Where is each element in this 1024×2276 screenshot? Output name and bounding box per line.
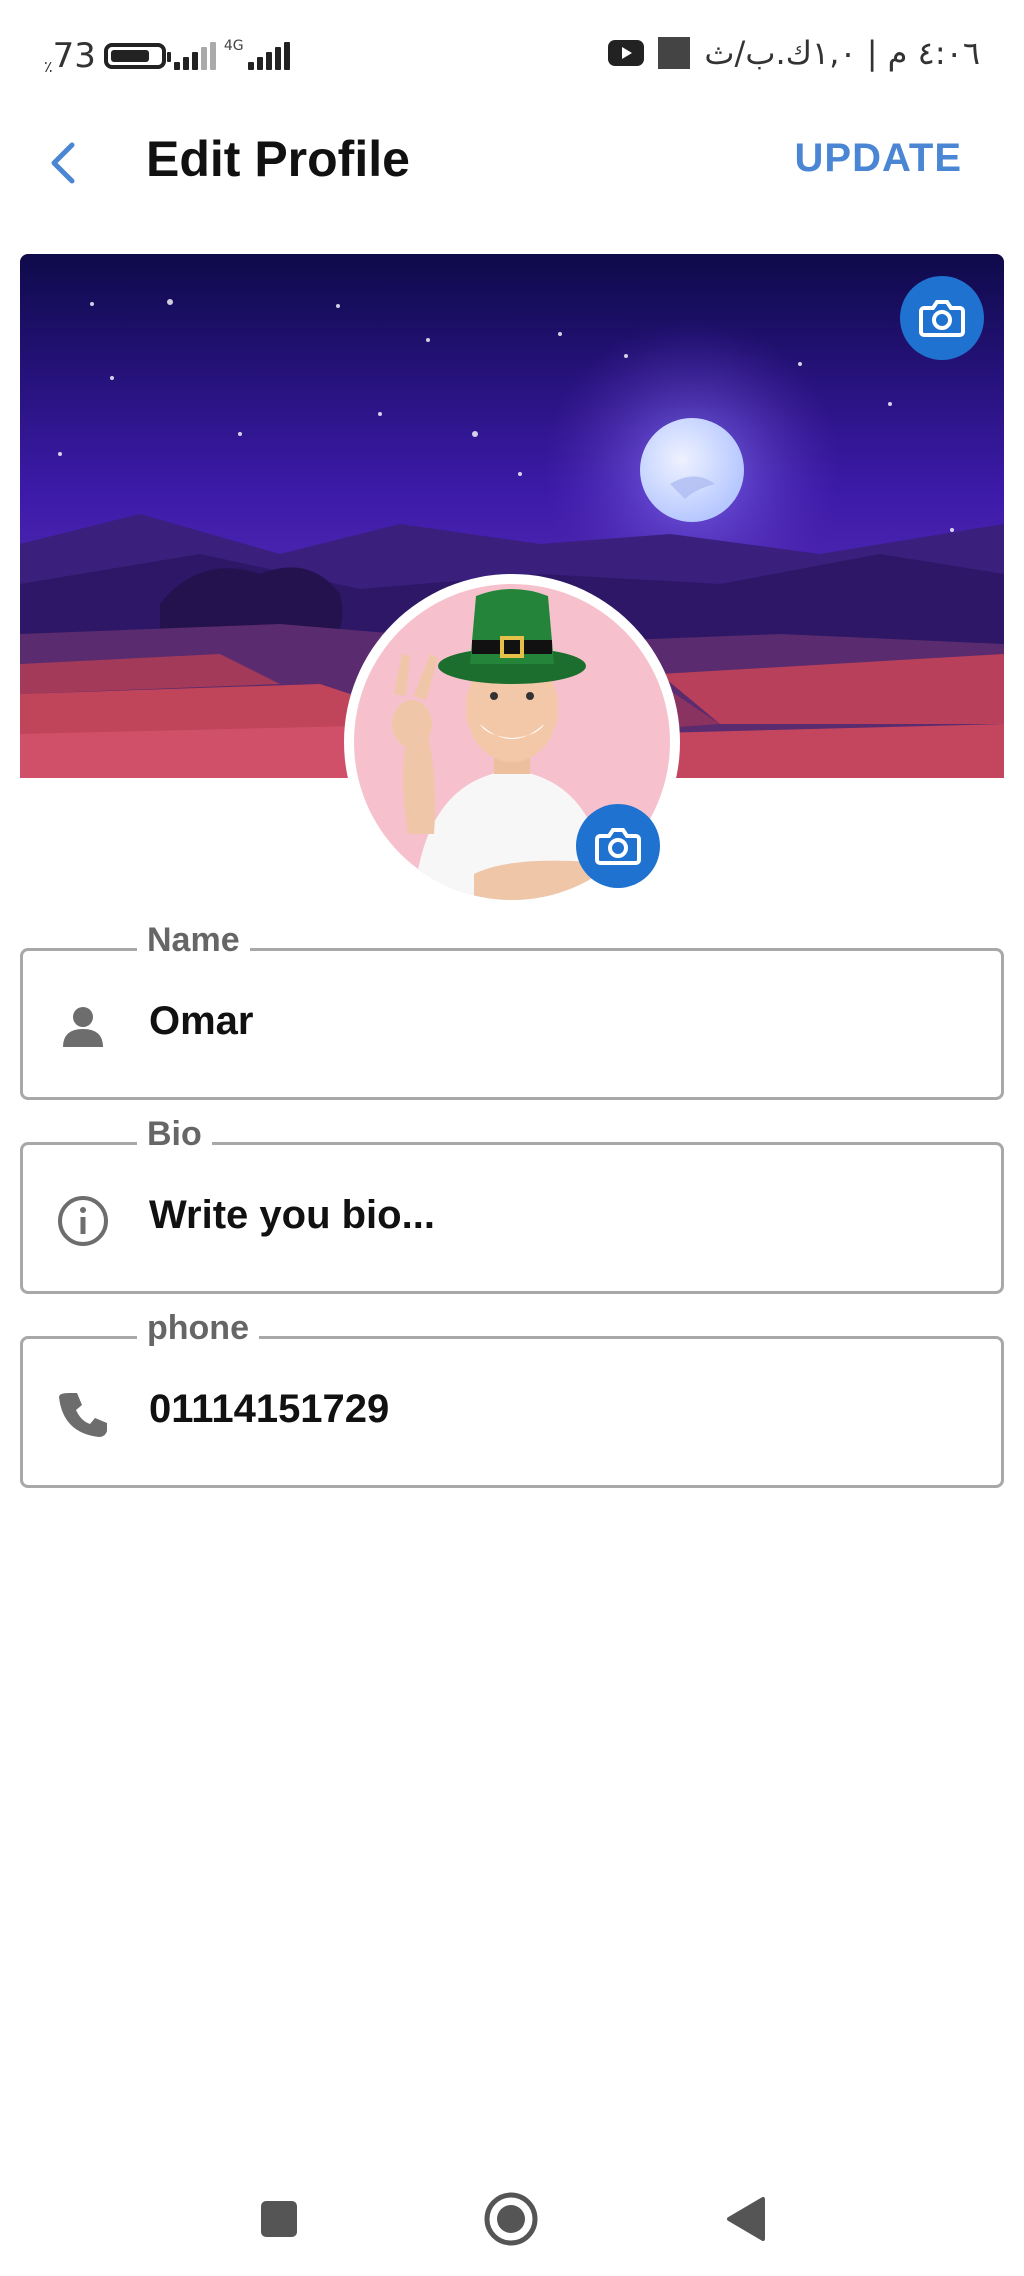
back-button[interactable] bbox=[38, 138, 88, 188]
phone-field-label: phone bbox=[137, 1309, 259, 1348]
battery-icon bbox=[103, 43, 171, 69]
update-button[interactable]: UPDATE bbox=[795, 136, 962, 181]
change-avatar-button[interactable] bbox=[576, 804, 660, 888]
info-icon bbox=[55, 1193, 111, 1249]
notification-icon bbox=[658, 37, 691, 69]
page-title: Edit Profile bbox=[146, 131, 410, 187]
chevron-left-icon bbox=[51, 142, 75, 184]
square-icon bbox=[261, 2201, 297, 2237]
name-field[interactable]: Name bbox=[20, 921, 1004, 1100]
bio-field-label: Bio bbox=[137, 1115, 212, 1154]
home-circle-icon bbox=[484, 2192, 538, 2246]
cell-signal-icon bbox=[247, 42, 290, 70]
status-time-speed: ٤:٠٦ م | ١,٠ك.ب/ث bbox=[704, 34, 980, 72]
camera-icon bbox=[595, 828, 641, 865]
bio-field[interactable]: Bio bbox=[20, 1115, 1004, 1294]
camera-icon bbox=[919, 300, 965, 337]
phone-icon bbox=[55, 1387, 111, 1443]
name-field-label: Name bbox=[137, 921, 250, 960]
person-icon bbox=[55, 999, 111, 1055]
home-button[interactable] bbox=[476, 2184, 546, 2254]
phone-field[interactable]: phone bbox=[20, 1309, 1004, 1488]
triangle-back-icon bbox=[727, 2197, 765, 2241]
phone-input[interactable] bbox=[149, 1387, 969, 1432]
change-cover-button[interactable] bbox=[900, 276, 984, 360]
network-type-label: 4G bbox=[223, 38, 244, 54]
battery-percent: ٪73 bbox=[44, 36, 96, 76]
status-right-group: ٤:٠٦ م | ١,٠ك.ب/ث bbox=[608, 34, 980, 72]
recents-button[interactable] bbox=[244, 2184, 314, 2254]
name-input[interactable] bbox=[149, 999, 969, 1044]
wifi-signal-icon bbox=[173, 42, 216, 70]
system-nav-bar bbox=[0, 2170, 1024, 2276]
app-bar: Edit Profile UPDATE bbox=[0, 116, 1024, 206]
youtube-icon bbox=[608, 40, 645, 66]
bio-input[interactable] bbox=[149, 1193, 969, 1238]
back-nav-button[interactable] bbox=[710, 2184, 780, 2254]
status-bar: ٪73 4G ٤:٠٦ م | ١,٠ك.ب/ث bbox=[0, 0, 1024, 116]
status-left-group: ٪73 4G bbox=[44, 36, 290, 76]
